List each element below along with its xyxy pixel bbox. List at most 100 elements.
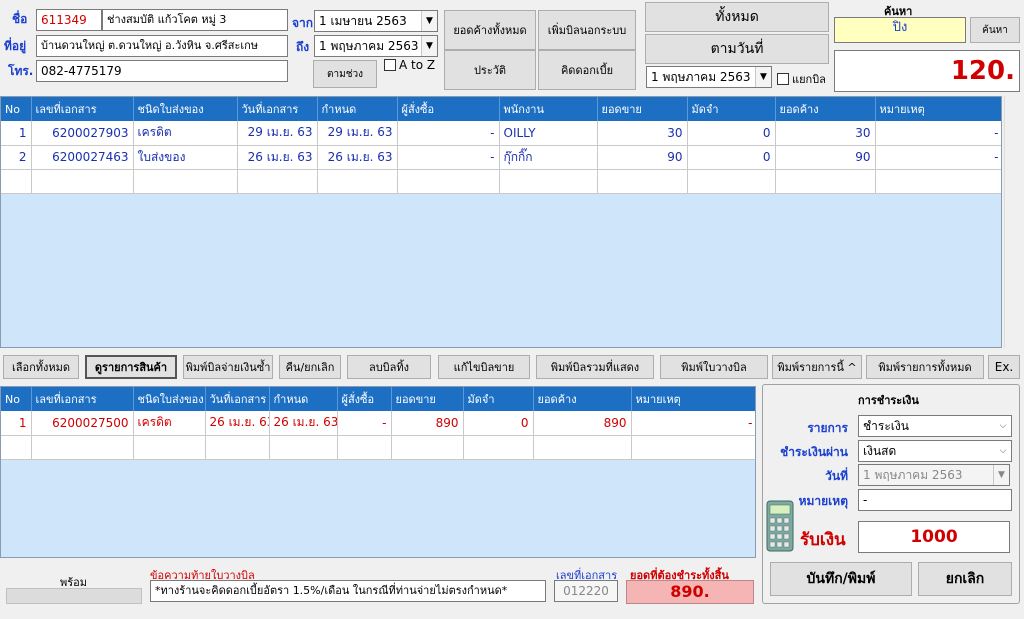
all-button[interactable]: ทั้งหมด (645, 2, 829, 32)
chevron-down-icon: ▼ (993, 465, 1009, 485)
col-header[interactable]: กำหนด (269, 387, 338, 411)
print-all-button[interactable]: พิมพ์รายการทั้งหมด (866, 355, 984, 379)
col-header[interactable]: วันที่เอกสาร (237, 97, 318, 121)
save-print-button[interactable]: บันทึก/พิมพ์ (770, 562, 912, 596)
view-date-select[interactable]: 1 พฤษภาคม 2563 ▼ (646, 66, 772, 88)
atoz-checkbox[interactable] (384, 59, 396, 71)
cancel-button[interactable]: ยกเลิก (918, 562, 1012, 596)
to-label: ถึง (296, 40, 310, 54)
footer-message-input[interactable]: *ทางร้านจะคิดดอกเบี้ยอัตรา 1.5%/เดือน ใน… (150, 580, 546, 602)
select-all-button[interactable]: เลือกทั้งหมด (3, 355, 79, 379)
add-outside-bill-button[interactable]: เพิ่มบิลนอกระบบ (538, 10, 636, 50)
print-duplicate-button[interactable]: พิมพ์บิลจ่ายเงินซ้ำ (183, 355, 273, 379)
table-row[interactable]: 2 6200027463 ใบส่งของ 26 เม.ย. 63 26 เม.… (1, 145, 1001, 170)
chevron-down-icon: ▼ (421, 36, 437, 56)
split-bill-label: แยกบิล (792, 73, 826, 86)
col-header[interactable]: กำหนด (317, 97, 398, 121)
col-header[interactable]: No (1, 97, 32, 121)
name-label: ชื่อ (12, 12, 28, 26)
cell-no: 1 (1, 121, 32, 146)
edit-sale-button[interactable]: แก้ไขบิลขาย (438, 355, 530, 379)
customer-code-field[interactable]: 611349 (36, 9, 102, 31)
table-row-empty[interactable] (1, 435, 755, 460)
table-header-row: No เลขที่เอกสาร ชนิดใบส่งของ วันที่เอกสา… (1, 387, 755, 411)
col-header[interactable]: มัดจำ (463, 387, 534, 411)
search-input[interactable]: ปิง (834, 17, 966, 43)
range-button[interactable]: ตามช่วง (313, 60, 377, 88)
col-header[interactable]: มัดจำ (687, 97, 776, 121)
col-header[interactable]: ชนิดใบส่งของ (133, 97, 238, 121)
cell-buyer: - (337, 411, 392, 436)
cell-sales: 30 (597, 121, 688, 146)
receive-amount-input[interactable]: 1000 (858, 521, 1010, 553)
status-bar-box (6, 588, 142, 604)
col-header[interactable]: ยอดขาย (597, 97, 688, 121)
cell-doc: 6200027903 (31, 121, 134, 146)
col-header[interactable]: No (1, 387, 32, 411)
table-row[interactable]: 1 6200027500 เครดิต 26 เม.ย. 63 26 เม.ย.… (1, 411, 755, 436)
view-items-button[interactable]: ดูรายการสินค้า (85, 355, 177, 379)
split-bill-checkbox-group[interactable]: แยกบิล (777, 70, 826, 88)
cell-deposit: 0 (463, 411, 534, 436)
calculator-icon[interactable] (766, 500, 794, 552)
item-select[interactable]: ชำระเงิน ⌵ (858, 415, 1012, 437)
history-button[interactable]: ประวัติ (444, 50, 536, 90)
view-date-value: 1 พฤษภาคม 2563 (651, 69, 751, 84)
cell-balance: 890 (533, 411, 632, 436)
col-header[interactable]: ชนิดใบส่งของ (133, 387, 206, 411)
cell-sales: 90 (597, 145, 688, 170)
method-select[interactable]: เงินสด ⌵ (858, 440, 1012, 462)
customer-address-field[interactable]: บ้านดวนใหญ่ ต.ดวนใหญ่ อ.วังหิน จ.ศรีสะเก… (36, 35, 288, 57)
search-button[interactable]: ค้นหา (970, 17, 1020, 43)
vertical-scrollbar[interactable] (1004, 96, 1024, 348)
from-date-select[interactable]: 1 เมษายน 2563 ▼ (314, 10, 438, 32)
chevron-down-icon: ▼ (755, 67, 771, 87)
col-header[interactable]: ยอดค้าง (775, 97, 876, 121)
all-outstanding-button[interactable]: ยอดค้างทั้งหมด (444, 10, 536, 50)
col-header[interactable]: วันที่เอกสาร (205, 387, 270, 411)
col-header[interactable]: พนักงาน (499, 97, 598, 121)
total-due-display: 890. (626, 580, 754, 604)
atoz-checkbox-group[interactable]: A to Z (384, 58, 435, 72)
cell-type: เครดิต (133, 411, 206, 436)
customer-name-field[interactable]: ช่างสมบัติ แก้วโคต หมู่ 3 (102, 9, 288, 31)
cell-doc: 6200027500 (31, 411, 134, 436)
from-date-value: 1 เมษายน 2563 (319, 13, 407, 28)
col-header[interactable]: หมายเหตุ (875, 97, 1001, 121)
col-header[interactable]: ผู้สั่งซื้อ (397, 97, 500, 121)
customer-phone-field[interactable]: 082-4775179 (36, 60, 288, 82)
col-header[interactable]: ยอดขาย (391, 387, 464, 411)
cell-date: 26 เม.ย. 63 (237, 145, 318, 170)
table-row-empty[interactable] (1, 169, 1001, 194)
cell-sales: 890 (391, 411, 464, 436)
exit-button[interactable]: Ex. (988, 355, 1020, 379)
to-date-select[interactable]: 1 พฤษภาคม 2563 ▼ (314, 35, 438, 57)
date-label: วันที่ (825, 469, 848, 483)
cell-no: 2 (1, 145, 32, 170)
table-row[interactable]: 1 6200027903 เครดิต 29 เม.ย. 63 29 เม.ย.… (1, 121, 1001, 146)
print-invoice-button[interactable]: พิมพ์ใบวางบิล (660, 355, 768, 379)
cell-date: 29 เม.ย. 63 (237, 121, 318, 146)
by-date-button[interactable]: ตามวันที่ (645, 34, 829, 64)
delete-bill-button[interactable]: ลบบิลทิ้ง (347, 355, 431, 379)
print-this-button[interactable]: พิมพ์รายการนี้ ^ (772, 355, 862, 379)
print-combined-button[interactable]: พิมพ์บิลรวมที่แสดง (536, 355, 654, 379)
col-header[interactable]: ผู้สั่งซื้อ (337, 387, 392, 411)
calc-interest-button[interactable]: คิดดอกเบี้ย (538, 50, 636, 90)
return-cancel-button[interactable]: คืน/ยกเลิก (279, 355, 341, 379)
col-header[interactable]: เลขที่เอกสาร (31, 97, 134, 121)
cell-doc: 6200027463 (31, 145, 134, 170)
split-bill-checkbox[interactable] (777, 73, 789, 85)
cell-due: 26 เม.ย. 63 (317, 145, 398, 170)
col-header[interactable]: เลขที่เอกสาร (31, 387, 134, 411)
receive-label: รับเงิน (800, 530, 846, 550)
outstanding-bills-table: No เลขที่เอกสาร ชนิดใบส่งของ วันที่เอกสา… (0, 96, 1002, 348)
cell-staff: OILLY (499, 121, 598, 146)
cell-deposit: 0 (687, 121, 776, 146)
cell-note: - (875, 145, 1001, 170)
note-input[interactable]: - (858, 489, 1012, 511)
cell-staff: กุ๊กกิ๊ก (499, 145, 598, 170)
col-header[interactable]: หมายเหตุ (631, 387, 755, 411)
col-header[interactable]: ยอดค้าง (533, 387, 632, 411)
payment-date-select[interactable]: 1 พฤษภาคม 2563 ▼ (858, 464, 1010, 486)
